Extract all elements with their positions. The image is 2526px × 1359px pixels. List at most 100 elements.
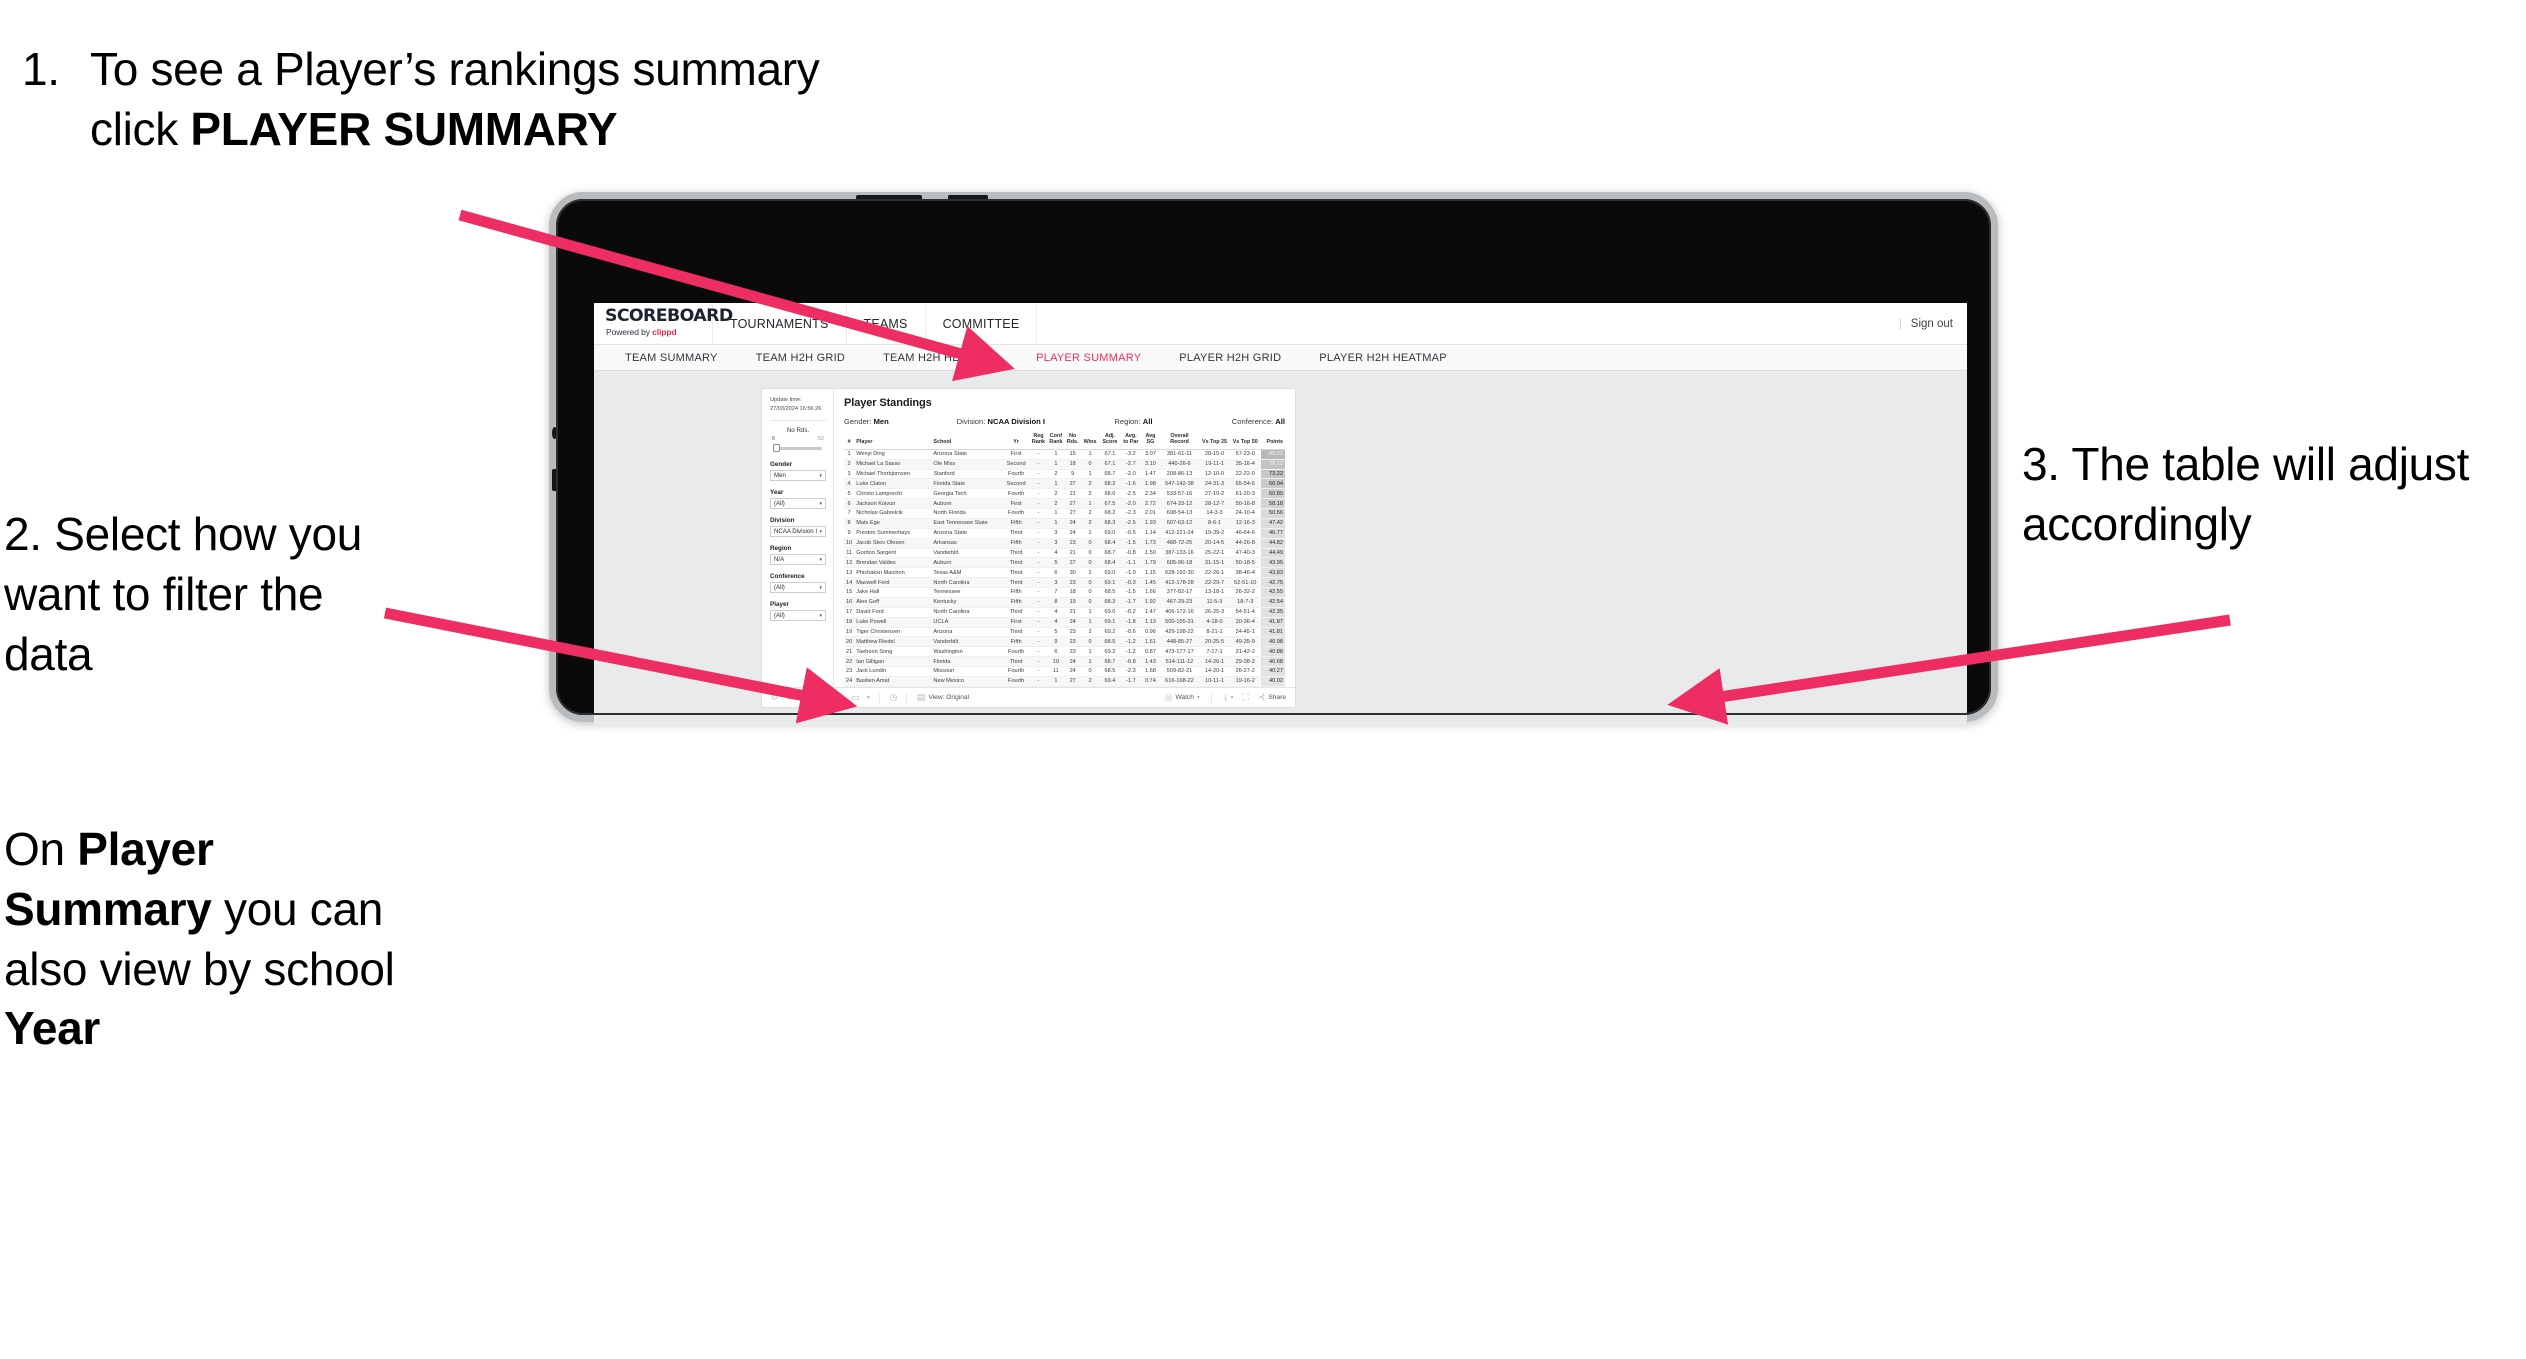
tablet-screen: SCOREBOARD Powered by clippd TOURNAMENTS… (594, 303, 1967, 727)
column-header[interactable]: Yr (1002, 433, 1030, 450)
filter-region-select[interactable]: N/A ▾ (770, 554, 826, 566)
table-row[interactable]: 17 David Ford North Carolina Third -4 21 1 69.0… (844, 607, 1285, 618)
no-rounds-min: 6 (772, 436, 776, 443)
table-row[interactable]: 24 Bastien Amat New Mexico Fourth -1 27 2 69.4-… (844, 676, 1285, 687)
watch-button[interactable]: ◎ Watch ▾ (1165, 693, 1200, 702)
table-cell: 8-21-1 (1199, 627, 1230, 638)
table-cell: 68.7 (1099, 548, 1121, 559)
filter-no-rounds: No Rds. 6 52 (770, 427, 826, 453)
table-cell: Fourth (1002, 469, 1030, 480)
table-row[interactable]: 6 Jackson Koivun Auburn First -2 27 1 67.5 -2.0 2… (844, 498, 1285, 509)
table-row[interactable]: 15 Jake Hall Tennessee Fifth -7 18 0 68.5 -1.5 1.… (844, 587, 1285, 598)
column-header[interactable]: Avg. to Par (1120, 433, 1142, 450)
table-cell: 42.35 (1260, 607, 1285, 618)
column-header[interactable]: Overall Record (1159, 433, 1200, 450)
sign-out-link[interactable]: Sign out (1911, 318, 1953, 330)
tab-team-summary[interactable]: TEAM SUMMARY (606, 352, 737, 364)
column-header[interactable]: Conf Rank (1047, 433, 1065, 450)
table-cell: Fifth (1002, 587, 1030, 598)
table-row[interactable]: 8 Mats Ege East Tennessee State Fifth -1 24 2 6… (844, 518, 1285, 529)
filter-year-select[interactable]: (All) ▾ (770, 498, 826, 510)
table-row[interactable]: 22 Ian Gilligan Florida Third -10 24 1 68.7 -0.8… (844, 656, 1285, 667)
table-row[interactable]: 1 Wenyi Ding Arizona State First -1 15 1 67.1 -3… (844, 449, 1285, 460)
tablet-device-frame: SCOREBOARD Powered by clippd TOURNAMENTS… (549, 192, 1998, 727)
column-header[interactable]: Wins (1080, 433, 1100, 450)
table-row[interactable]: 2 Michael La Sasso Ole Miss Second -1 18 0 67.1… (844, 459, 1285, 470)
standings-scroll-area[interactable]: # Player School Yr Reg Rank Conf Rank No Rds. Wins… (844, 426, 1295, 687)
tab-team-h2h-grid[interactable]: TEAM H2H GRID (737, 352, 864, 364)
app-logo[interactable]: SCOREBOARD Powered by clippd (594, 303, 733, 344)
refresh-data-icon[interactable]: ⟳ (815, 693, 823, 702)
table-cell: Kentucky (931, 597, 1003, 608)
table-row[interactable]: 23 Jack Lundin Missouri Fourth -11 24 0 68.5 -2.… (844, 666, 1285, 677)
filter-conference-select[interactable]: (All) ▾ (770, 582, 826, 594)
view-original-button[interactable]: ▤ View: Original (917, 693, 969, 702)
column-header[interactable]: Vs Top 50 (1229, 433, 1261, 450)
tab-player-h2h-grid[interactable]: PLAYER H2H GRID (1160, 352, 1300, 364)
column-header[interactable]: Adj. Score (1099, 433, 1121, 450)
table-row[interactable]: 11 Gordon Sargent Vanderbilt Third -4 21 0 68.7… (844, 548, 1285, 559)
update-time-label: Update time: (770, 397, 802, 403)
column-header[interactable]: School (931, 433, 1003, 450)
column-header[interactable]: No Rds. (1064, 433, 1081, 450)
fullscreen-icon[interactable]: ⛶ (1243, 693, 1249, 702)
column-header[interactable]: Points (1260, 433, 1285, 450)
table-row[interactable]: 3 Michael Thorbjornsen Stanford Fourth -2 9 1 6… (844, 469, 1285, 480)
download-button[interactable]: ⤓ ▾ (1224, 693, 1234, 702)
table-cell: 1 (1047, 459, 1065, 470)
table-cell: 29-38-2 (1229, 656, 1261, 667)
table-cell: 10-11-1 (1199, 676, 1230, 687)
table-cell: 0 (1080, 666, 1100, 677)
slider-handle[interactable] (773, 444, 780, 453)
chevron-down-icon[interactable]: ▾ (867, 695, 870, 701)
table-row[interactable]: 5 Christo Lamprecht Georgia Tech Fourth -2 21… (844, 488, 1285, 500)
tab-team-h2h-heatmap[interactable]: TEAM H2H HEATMAP (864, 352, 1017, 364)
pause-updates-icon[interactable]: ❙❙ (829, 693, 844, 702)
table-row[interactable]: 12 Brendan Valdes Auburn Third -5 27 0 68.4 -1.1… (844, 557, 1285, 569)
table-cell: First (1002, 617, 1030, 628)
redo-icon[interactable]: ↻ (786, 693, 794, 702)
table-cell: 10 (844, 538, 855, 549)
column-header[interactable]: Player (854, 433, 932, 450)
clippd-brand-name: clippd (652, 327, 677, 337)
table-cell: 12-10-0 (1199, 469, 1230, 480)
table-row[interactable]: 14 Maxwell Ford North Carolina Third -3 23 0 69… (844, 577, 1285, 588)
tab-player-h2h-heatmap[interactable]: PLAYER H2H HEATMAP (1300, 352, 1466, 364)
table-row[interactable]: 16 Alex Goff Kentucky Fifth -8 19 0 68.3 -1.7 1.9… (844, 597, 1285, 608)
nav-item-teams[interactable]: TEAMS (845, 303, 925, 344)
table-cell: 1.15 (1141, 567, 1160, 579)
table-row[interactable]: 10 Jacob Skov Olesen Arkansas Fifth -3 23 0 68.… (844, 538, 1285, 549)
filter-division-select[interactable]: NCAA Division I ▾ (770, 526, 826, 538)
table-cell: 8 (844, 518, 855, 529)
device-layout-icon[interactable]: ▭ (851, 693, 860, 702)
undo-icon[interactable]: ↺ (771, 693, 779, 702)
filter-player-select[interactable]: (All) ▾ (770, 610, 826, 622)
revert-icon[interactable]: ↺ (800, 693, 808, 702)
column-header[interactable]: Vs Top 25 (1199, 433, 1230, 450)
column-header[interactable]: Avg SG (1141, 433, 1160, 450)
table-row[interactable]: 9 Preston Summerhays Arizona State Third -3 2… (844, 528, 1285, 539)
tab-player-summary[interactable]: PLAYER SUMMARY (1017, 352, 1160, 364)
table-row[interactable]: 4 Luke Claton Florida State Second -1 27 2 68.2… (844, 478, 1285, 490)
table-row[interactable]: 20 Matthew Riedel Vanderbilt Fifth -9 23 0 68.5… (844, 636, 1285, 648)
table-row[interactable]: 19 Tiger Christensen Arizona Third -5 23 2 69.2… (844, 627, 1285, 638)
table-cell: 0.87 (1141, 646, 1160, 658)
table-row[interactable]: 18 Luke Powell UCLA First -4 24 1 69.1 -1.8 1.13 5… (844, 617, 1285, 628)
table-cell: 1.47 (1141, 607, 1160, 618)
column-header[interactable]: Reg Rank (1029, 433, 1048, 450)
table-row[interactable]: 21 Taehoon Song Washington Fourth -6 23 1 69.2-… (844, 646, 1285, 658)
column-header[interactable]: # (844, 433, 855, 450)
filter-gender-select[interactable]: Men ▾ (770, 470, 826, 482)
table-cell: 17 (844, 607, 855, 618)
table-cell: 27 (1064, 478, 1081, 490)
nav-item-committee[interactable]: COMMITTEE (924, 303, 1038, 344)
share-button[interactable]: ⊰ Share (1258, 693, 1286, 702)
table-row[interactable]: 13 Phichaksn Maichon Texas A&M Third -6 30 1 69… (844, 567, 1285, 579)
annotation-step-3: 3. The table will adjust accordingly (2022, 435, 2526, 555)
history-clock-icon[interactable]: ◷ (889, 693, 897, 702)
no-rounds-slider[interactable] (770, 443, 826, 453)
table-row[interactable]: 7 Nicholas Gabrelcik North Florida Fourth -1… (844, 508, 1285, 519)
table-cell: 616-168-22 (1159, 676, 1200, 687)
table-cell: 40.88 (1260, 646, 1285, 658)
table-cell: Third (1002, 656, 1030, 667)
